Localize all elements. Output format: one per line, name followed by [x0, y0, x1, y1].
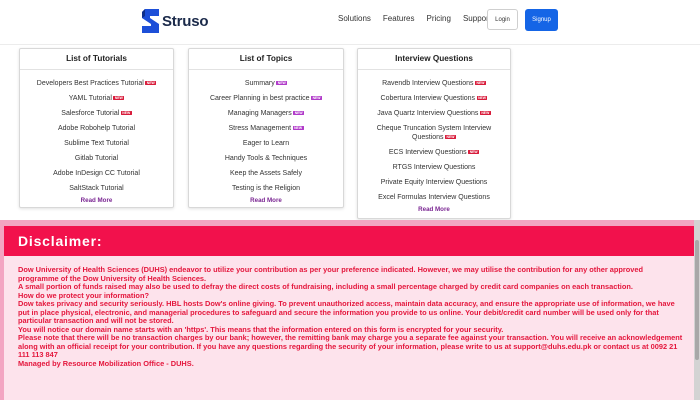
new-badge-icon: NEW	[145, 81, 157, 85]
list-item[interactable]: Testing is the Religion	[189, 181, 343, 196]
list-item[interactable]: SaltStack Tutorial	[20, 181, 173, 196]
list-item-label: ECS Interview Questions	[388, 149, 467, 156]
read-more-link[interactable]: Read More	[358, 206, 510, 213]
list-item-label: Ravendb Interview Questions	[382, 80, 474, 87]
disclaimer-body: Dow University of Health Sciences (DUHS)…	[18, 265, 684, 368]
list-item[interactable]: Ravendb Interview Questions NEW	[358, 76, 510, 91]
disclaimer-header: Disclaimer:	[4, 226, 694, 256]
nav-solutions[interactable]: Solutions	[338, 13, 371, 25]
new-badge-icon: NEW	[120, 111, 132, 115]
list-item-label: RTGS Interview Questions	[392, 164, 476, 171]
new-badge-icon: NEW	[468, 150, 480, 154]
topics-list: Summary NEW Career Planning in best pract…	[189, 70, 343, 196]
read-more-link[interactable]: Read More	[189, 197, 343, 204]
new-badge-icon: NEW	[292, 126, 304, 130]
new-badge-icon: NEW	[113, 96, 125, 100]
list-item-label: Sublime Text Tutorial	[64, 140, 129, 147]
list-item[interactable]: RTGS Interview Questions	[358, 160, 510, 175]
list-item-label: Adobe Robohelp Tutorial	[57, 125, 136, 132]
list-item-label: SaltStack Tutorial	[69, 185, 124, 192]
list-item[interactable]: Keep the Assets Safely	[189, 166, 343, 181]
list-item-label: Excel Formulas Interview Questions	[378, 194, 490, 201]
new-badge-icon: NEW	[311, 96, 323, 100]
list-item-label: Cheque Truncation System Interview Quest…	[376, 125, 492, 141]
list-item-label: Handy Tools & Techniques	[224, 155, 308, 162]
list-item-label: Career Planning in best practice	[209, 95, 310, 102]
card-title: List of Topics	[189, 49, 343, 70]
list-item[interactable]: ECS Interview Questions NEW	[358, 145, 510, 160]
list-item[interactable]: Career Planning in best practice NEW	[189, 91, 343, 106]
new-badge-icon: NEW	[475, 81, 486, 85]
disclaimer-title: Disclaimer:	[18, 233, 103, 249]
list-item-label: Developers Best Practices Tutorial	[36, 80, 144, 87]
list-item-label: Adobe InDesign CC Tutorial	[53, 170, 140, 177]
interview-questions-list: Ravendb Interview Questions NEW Cobertura…	[358, 70, 510, 205]
list-item-label: YAML Tutorial	[68, 95, 112, 102]
list-item-label: Eager to Learn	[242, 140, 290, 147]
list-item[interactable]: Cheque Truncation System Interview Quest…	[358, 121, 510, 145]
new-badge-icon: NEW	[293, 111, 305, 115]
new-badge-icon: NEW	[445, 135, 456, 139]
read-more-link[interactable]: Read More	[20, 197, 173, 204]
list-item-label: Cobertura Interview Questions	[380, 95, 476, 102]
list-item[interactable]: Private Equity Interview Questions	[358, 175, 510, 190]
scrollbar-thumb[interactable]	[695, 240, 699, 360]
list-item[interactable]: Sublime Text Tutorial	[20, 136, 173, 151]
list-item[interactable]: Eager to Learn	[189, 136, 343, 151]
list-item[interactable]: Stress Management NEW	[189, 121, 343, 136]
signup-button[interactable]: Signup	[525, 9, 558, 31]
interview-questions-card: Interview Questions Ravendb Interview Qu…	[357, 48, 511, 219]
tutorials-card: List of Tutorials Developers Best Practi…	[19, 48, 174, 208]
login-button[interactable]: Login	[487, 9, 518, 30]
list-item[interactable]: Java Quartz Interview Questions NEW	[358, 106, 510, 121]
list-item[interactable]: Summary NEW	[189, 76, 343, 91]
nav-pricing[interactable]: Pricing	[427, 13, 451, 25]
disclaimer-paragraph: Please note that there will be no transa…	[18, 333, 683, 359]
brand-logo[interactable]: Struso	[142, 8, 209, 34]
top-header: Struso Solutions Features Pricing Suppor…	[0, 0, 700, 45]
new-badge-icon: NEW	[479, 111, 491, 115]
tutorials-list: Developers Best Practices Tutorial NEW YA…	[20, 70, 173, 196]
list-item[interactable]: Developers Best Practices Tutorial NEW	[20, 76, 173, 91]
list-item[interactable]: Salesforce Tutorial NEW	[20, 106, 173, 121]
new-badge-icon: NEW	[276, 81, 288, 85]
nav-features[interactable]: Features	[383, 13, 415, 25]
struso-s-logo-icon	[142, 9, 159, 33]
list-item[interactable]: Adobe Robohelp Tutorial	[20, 121, 173, 136]
list-item[interactable]: YAML Tutorial NEW	[20, 91, 173, 106]
list-item[interactable]: Managing Managers NEW	[189, 106, 343, 121]
new-badge-icon: NEW	[476, 96, 488, 100]
list-item-label: Gitlab Tutorial	[74, 155, 119, 162]
disclaimer-paragraph: Dow University of Health Sciences (DUHS)…	[18, 265, 644, 283]
list-item[interactable]: Handy Tools & Techniques	[189, 151, 343, 166]
list-item[interactable]: Cobertura Interview Questions NEW	[358, 91, 510, 106]
list-item-label: Java Quartz Interview Questions	[377, 110, 479, 117]
disclaimer-paragraph: Dow takes privacy and security seriously…	[18, 299, 675, 325]
list-item-label: Salesforce Tutorial	[61, 110, 120, 117]
topics-card: List of Topics Summary NEW Career Plannin…	[188, 48, 344, 208]
list-item-label: Private Equity Interview Questions	[380, 179, 488, 186]
list-item-label: Stress Management	[228, 125, 292, 132]
card-title: List of Tutorials	[20, 49, 173, 70]
list-item-label: Testing is the Religion	[231, 185, 301, 192]
list-item-label: Managing Managers	[227, 110, 292, 117]
list-item[interactable]: Adobe InDesign CC Tutorial	[20, 166, 173, 181]
list-item[interactable]: Excel Formulas Interview Questions	[358, 190, 510, 205]
card-title: Interview Questions	[358, 49, 510, 70]
disclaimer-footer: Managed by Resource Mobilization Office …	[18, 358, 194, 368]
page: Struso Solutions Features Pricing Suppor…	[0, 0, 700, 400]
main-nav: Solutions Features Pricing Support	[338, 13, 503, 25]
list-item-label: Summary	[244, 80, 275, 87]
brand-name: Struso	[162, 12, 209, 30]
list-item[interactable]: Gitlab Tutorial	[20, 151, 173, 166]
disclaimer-panel: Disclaimer: Dow University of Health Sci…	[4, 226, 694, 400]
list-item-label: Keep the Assets Safely	[230, 170, 302, 177]
